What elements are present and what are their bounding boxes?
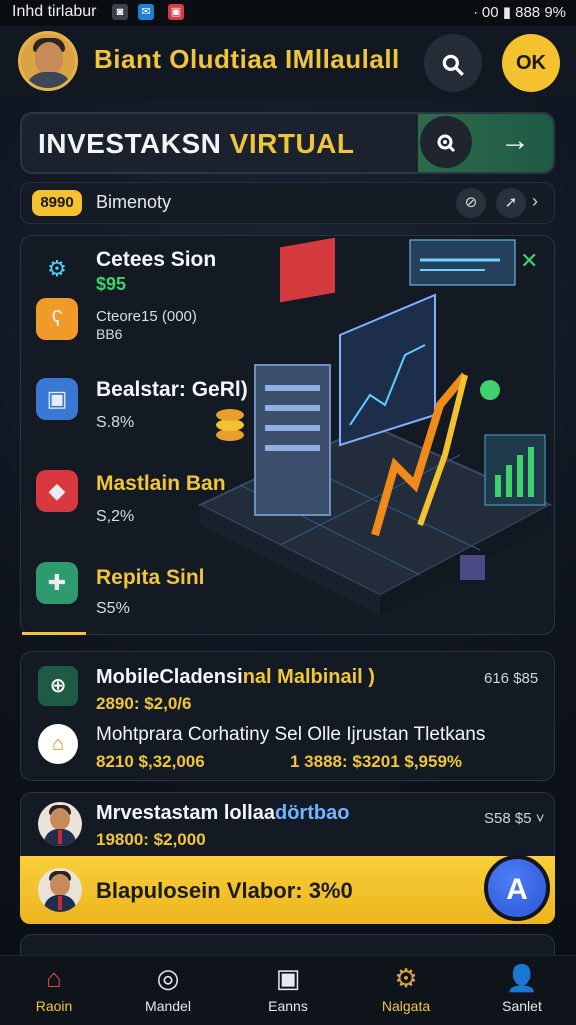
asset-extra: BB6 [96,326,123,342]
asset-value: $95 [96,274,127,294]
list-item-sub: 2890: $2,0/6 [96,694,192,713]
arrow-right-icon[interactable]: → [500,124,530,158]
filter-icon[interactable]: ⊘ [456,188,486,218]
list-item-value[interactable]: S58 $5 ˅ [484,810,544,827]
satellite-icon: ⚙ [47,256,67,281]
carrier-text: Inhd tirlabur [12,3,97,20]
a-icon: A [506,873,528,906]
chart-icon: ▣ [275,963,301,993]
list-item-sub: 19800: $2,000 [96,830,206,849]
asset-extra: Cteore15 (000) [96,308,197,325]
user-avatar[interactable] [38,802,82,846]
magnifier-icon [437,134,456,153]
user-avatar [38,868,82,912]
search-button[interactable] [424,34,482,92]
asset-value: S,2% [96,508,135,525]
app-icon: ▣ [168,4,184,20]
asset-name[interactable]: Mastlain Ban [96,472,226,496]
gem-icon: ✚ [36,562,78,604]
card-underline [22,632,86,635]
home-icon: ⌂ [46,963,62,993]
app-title: Biant Oludtiaa IMllaulall [94,44,400,74]
chevron-right-icon[interactable]: › [532,191,538,212]
profile-avatar[interactable] [18,31,78,91]
asset-name[interactable]: Repita Sinl [96,566,205,590]
hero-title: INVESTAKSN VIRTUAL [38,128,355,159]
bear-icon: ʕ [36,298,78,340]
balance-pill[interactable]: 8990 [32,190,82,216]
list-item-sub: 8210 $,32,006 [96,752,205,771]
cube-icon: ▣ [36,378,78,420]
target-icon: ◎ [156,963,180,993]
messenger-icon: ✉ [138,4,154,20]
home-arrow-icon: ⌂ [38,724,78,764]
ok-button[interactable]: OK [502,34,560,92]
list-item-value: 616 $85 [484,670,539,687]
asset-name[interactable]: Bealstar: GeRl) [96,378,248,402]
fab-button[interactable]: A [484,855,550,921]
list-item-title[interactable]: Mohtprara Corhatiny Sel Olle Ijrustan Tl… [96,724,485,746]
hero-search-button[interactable] [420,116,472,168]
plus-circle-icon: ⊕ [38,666,78,706]
list-item-title[interactable]: MobileCladensinal Malbinail ) [96,666,375,689]
nav-item-earns[interactable]: ▣ Eanns [238,960,338,1014]
search-icon [442,54,464,77]
banner-text: Blapulosein Vlabor: 3%0 [96,878,353,903]
nav-item-settings[interactable]: ⚙ Nalgata [356,960,456,1014]
user-icon: 👤 [505,963,539,993]
hero-banner: INVESTAKSN VIRTUAL [20,112,555,174]
check-icon: ✕ [520,248,539,273]
filter-label: Bimenoty [96,192,172,212]
chart-box-icon: ◆ [36,470,78,512]
notification-icon: ◙ [112,4,128,20]
list-item-title[interactable]: Mrvestastam lollaadörtbao [96,802,349,825]
gear-icon: ⚙ [394,963,418,993]
asset-value: S5% [96,600,130,617]
share-icon[interactable]: ➚ [496,188,526,218]
asset-name[interactable]: Cetees Sion [96,248,216,272]
nav-item-model[interactable]: ◎ Mandel [118,960,218,1014]
list-item-sub-right: 1 3888: $3201 $,959% [290,752,463,771]
nav-item-profile[interactable]: 👤 Sanlet [472,960,572,1014]
nav-item-home[interactable]: ⌂ Raoin [4,960,104,1014]
investment-illustration [197,237,553,615]
status-right: ∙ 00 ▮ 888 9% [473,4,566,21]
status-bar: Inhd tirlabur ◙ ✉ ▣ ∙ 00 ▮ 888 9% [0,0,576,26]
asset-value: S.8% [96,414,135,431]
